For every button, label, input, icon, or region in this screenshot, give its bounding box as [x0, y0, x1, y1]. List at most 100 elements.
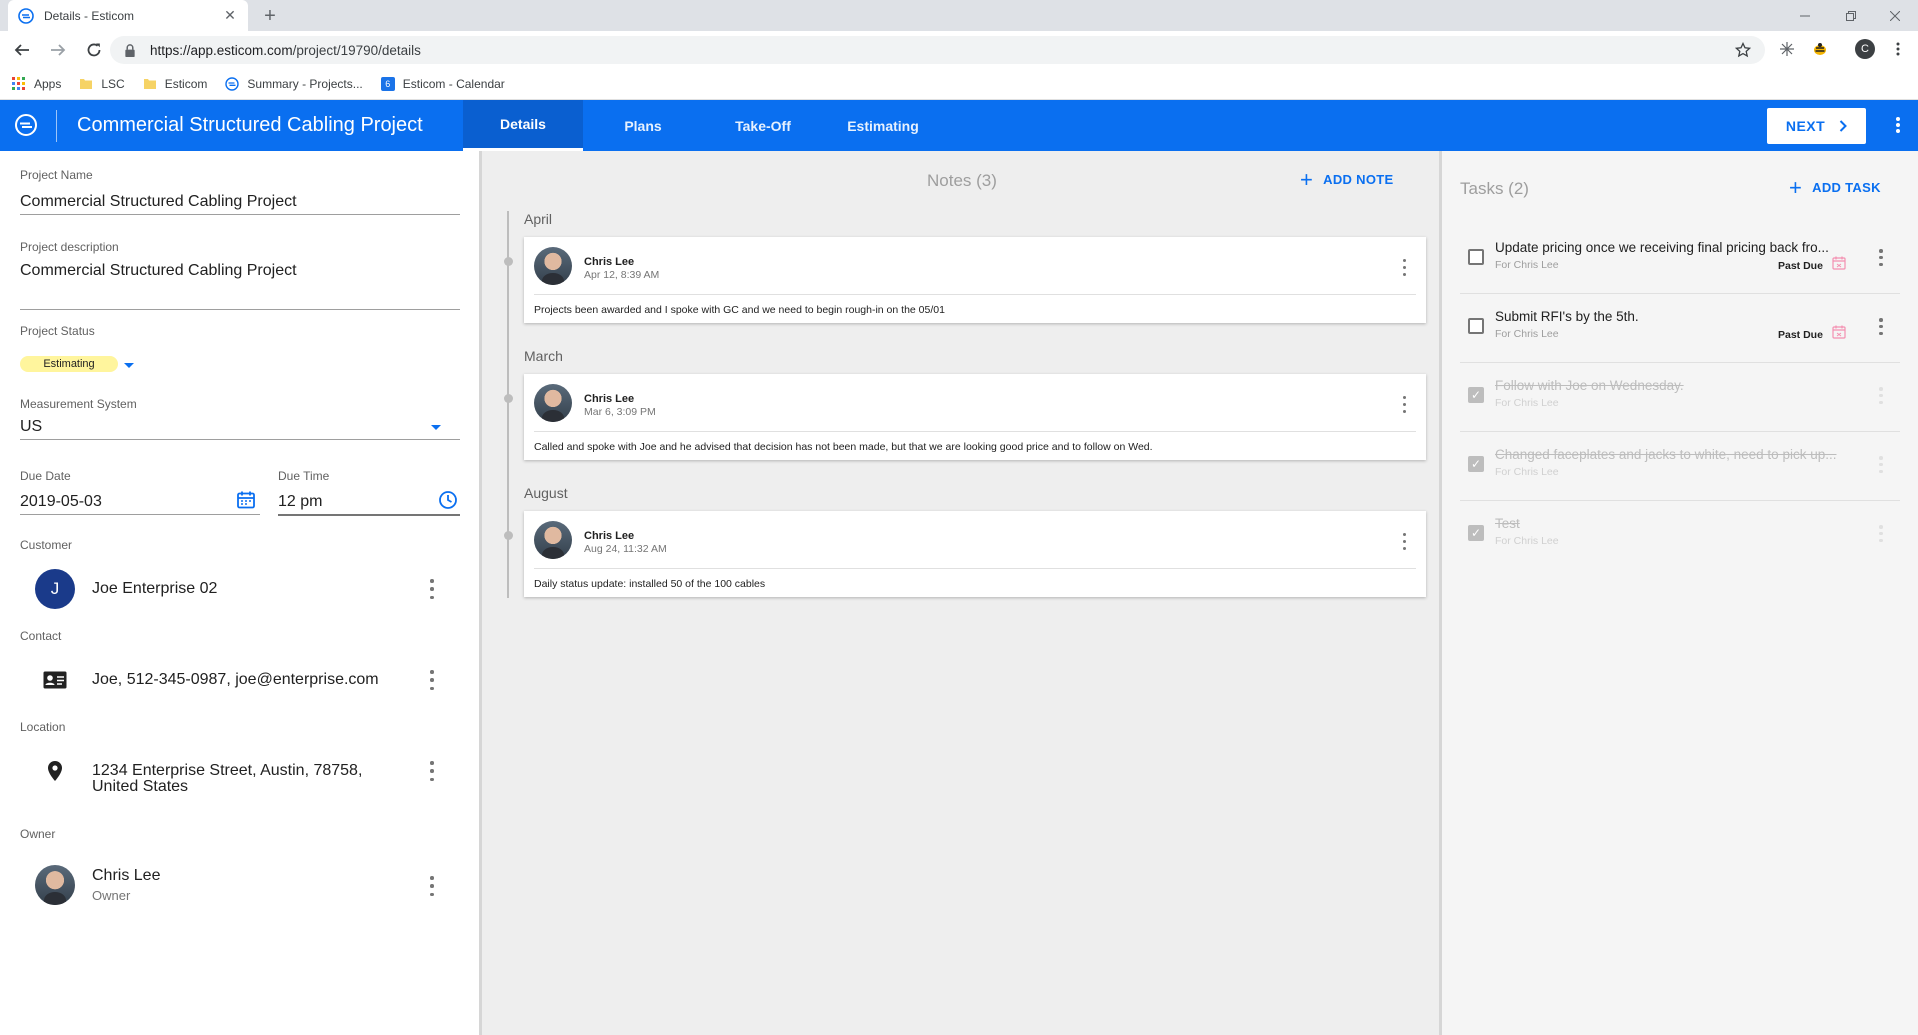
- description-label: Project description: [20, 240, 119, 254]
- location-line-2[interactable]: United States: [92, 779, 188, 795]
- project-title: Commercial Structured Cabling Project: [77, 114, 423, 136]
- tab-details[interactable]: Details: [463, 100, 583, 151]
- close-tab-icon[interactable]: ✕: [222, 7, 238, 24]
- close-window-icon[interactable]: [1872, 0, 1918, 31]
- bookmark-label: Esticom - Calendar: [402, 77, 505, 91]
- task-more-icon[interactable]: [1878, 456, 1884, 473]
- task-checkbox[interactable]: [1468, 318, 1484, 334]
- task-item: Update pricing once we receiving final p…: [1460, 225, 1900, 294]
- calendar-picker-icon[interactable]: [236, 490, 256, 510]
- next-button[interactable]: NEXT: [1767, 108, 1866, 144]
- bookmark-label: Esticom: [164, 77, 208, 91]
- note-more-icon[interactable]: [1401, 259, 1407, 276]
- tab-plans[interactable]: Plans: [583, 100, 703, 151]
- task-title[interactable]: Follow with Joe on Wednesday.: [1495, 378, 1845, 393]
- contact-more-icon[interactable]: [429, 670, 435, 690]
- esticom-favicon-icon: [18, 7, 34, 24]
- task-more-icon[interactable]: [1878, 318, 1884, 335]
- forward-icon[interactable]: [44, 36, 72, 64]
- customer-more-icon[interactable]: [429, 579, 435, 599]
- task-title[interactable]: Changed faceplates and jacks to white, n…: [1495, 447, 1845, 462]
- status-badge[interactable]: Estimating: [20, 356, 118, 372]
- task-assignee: For Chris Lee: [1495, 466, 1559, 478]
- clock-icon[interactable]: [438, 490, 458, 510]
- add-task-label: ADD TASK: [1812, 180, 1881, 195]
- measurement-underline: [20, 439, 460, 440]
- description-underline: [20, 309, 460, 310]
- minimize-window-icon[interactable]: [1782, 0, 1828, 31]
- add-note-button[interactable]: + ADD NOTE: [1300, 166, 1393, 192]
- reload-icon[interactable]: [80, 36, 108, 64]
- url-host: https://app.esticom.com: [150, 42, 293, 58]
- notes-panel: Notes (3) + ADD NOTE April Chris Lee Apr…: [479, 151, 1442, 1035]
- contact-card-icon: [35, 660, 75, 700]
- esticom-logo-icon[interactable]: [14, 113, 38, 137]
- due-date-field[interactable]: 2019-05-03: [20, 493, 102, 511]
- note-author: Chris Lee: [584, 393, 635, 405]
- notes-title: Notes (3): [927, 171, 997, 190]
- url-path: /project/19790/details: [292, 42, 421, 58]
- back-icon[interactable]: [8, 36, 36, 64]
- bookmark-summary-projects[interactable]: Summary - Projects...: [225, 77, 363, 91]
- month-header: March: [524, 348, 563, 364]
- more-menu-icon[interactable]: [1890, 113, 1906, 137]
- note-more-icon[interactable]: [1401, 396, 1407, 413]
- bookmark-esticom[interactable]: Esticom: [143, 77, 208, 91]
- task-checkbox[interactable]: [1468, 249, 1484, 265]
- location-more-icon[interactable]: [429, 761, 435, 781]
- browser-menu-icon[interactable]: [1888, 39, 1908, 59]
- note-card: Chris Lee Apr 12, 8:39 AM Projects been …: [524, 237, 1426, 323]
- task-more-icon[interactable]: [1878, 525, 1884, 542]
- bookmark-esticom-calendar[interactable]: 6 Esticom - Calendar: [380, 77, 505, 91]
- owner-name[interactable]: Chris Lee: [92, 868, 160, 884]
- task-title[interactable]: Update pricing once we receiving final p…: [1495, 240, 1845, 255]
- bookmark-apps[interactable]: Apps: [12, 77, 61, 91]
- owner-label: Owner: [20, 827, 56, 841]
- next-label: NEXT: [1785, 118, 1826, 134]
- location-line-1[interactable]: 1234 Enterprise Street, Austin, 78758,: [92, 763, 362, 779]
- tab-estimating[interactable]: Estimating: [823, 100, 943, 151]
- tab-take-off[interactable]: Take-Off: [703, 100, 823, 151]
- note-divider: [534, 431, 1416, 432]
- browser-toolbar: https://app.esticom.com/project/19790/de…: [0, 31, 1918, 69]
- project-name-field[interactable]: Commercial Structured Cabling Project: [20, 193, 297, 211]
- measurement-dropdown-icon[interactable]: [431, 425, 441, 430]
- browser-tab[interactable]: Details - Esticom ✕: [8, 0, 248, 31]
- task-checkbox-checked[interactable]: ✓: [1468, 525, 1484, 541]
- bookmark-lsc[interactable]: LSC: [79, 77, 125, 91]
- profile-avatar[interactable]: C: [1855, 39, 1875, 59]
- snowflake-extension-icon[interactable]: [1777, 39, 1797, 59]
- description-field[interactable]: Commercial Structured Cabling Project: [20, 262, 297, 280]
- task-title[interactable]: Test: [1495, 516, 1845, 531]
- app-header: Commercial Structured Cabling Project De…: [0, 100, 1918, 151]
- note-card: Chris Lee Aug 24, 11:32 AM Daily status …: [524, 511, 1426, 597]
- owner-more-icon[interactable]: [429, 876, 435, 896]
- owner-role: Owner: [92, 888, 131, 903]
- past-due-badge: Past Due: [1778, 329, 1823, 341]
- task-more-icon[interactable]: [1878, 249, 1884, 266]
- due-time-label: Due Time: [278, 469, 330, 483]
- due-date-label: Due Date: [20, 469, 71, 483]
- customer-name[interactable]: Joe Enterprise 02: [92, 581, 217, 597]
- month-header: April: [524, 211, 553, 227]
- bookmark-star-icon[interactable]: [1735, 42, 1751, 58]
- task-checkbox-checked[interactable]: ✓: [1468, 387, 1484, 403]
- plus-icon: +: [1300, 166, 1314, 192]
- measurement-select[interactable]: US: [20, 418, 42, 436]
- note-more-icon[interactable]: [1401, 533, 1407, 550]
- timeline-dot: [504, 531, 513, 540]
- task-more-icon[interactable]: [1878, 387, 1884, 404]
- task-item: ✓ Test For Chris Lee: [1460, 501, 1900, 570]
- address-bar[interactable]: https://app.esticom.com/project/19790/de…: [110, 36, 1765, 64]
- contact-details[interactable]: Joe, 512-345-0987, joe@enterprise.com: [92, 672, 379, 688]
- task-checkbox-checked[interactable]: ✓: [1468, 456, 1484, 472]
- add-task-button[interactable]: + ADD TASK: [1789, 176, 1881, 198]
- note-body: Called and spoke with Joe and he advised…: [534, 441, 1153, 453]
- due-time-field[interactable]: 12 pm: [278, 493, 322, 511]
- status-dropdown-icon[interactable]: [124, 363, 134, 368]
- new-tab-icon[interactable]: +: [258, 4, 282, 28]
- task-title[interactable]: Submit RFI's by the 5th.: [1495, 309, 1845, 324]
- restore-window-icon[interactable]: [1828, 0, 1874, 31]
- bee-extension-icon[interactable]: [1810, 39, 1830, 59]
- project-name-label: Project Name: [20, 168, 93, 182]
